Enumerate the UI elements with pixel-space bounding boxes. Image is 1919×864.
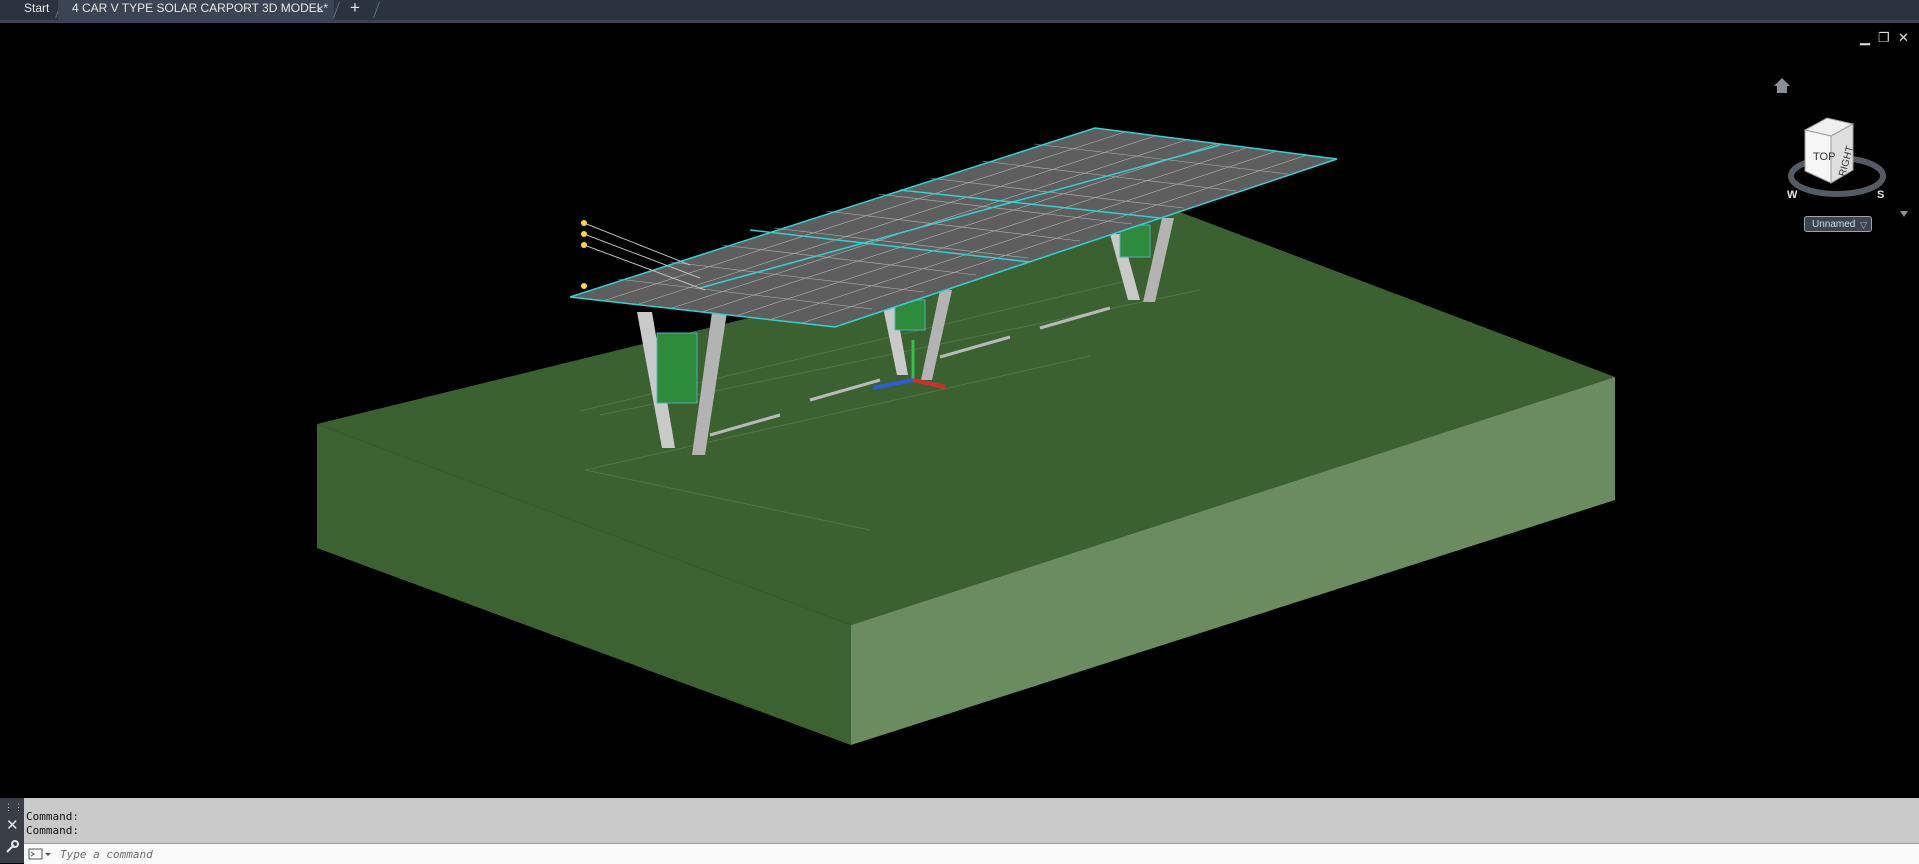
command-history-line: Command:	[26, 810, 79, 823]
command-history-line: Command:	[26, 824, 79, 837]
file-tab-bar: Start 4 CAR V TYPE SOLAR CARPORT 3D MODE…	[0, 0, 1919, 20]
customize-wrench-icon[interactable]	[5, 840, 19, 854]
tab-active-drawing[interactable]: 4 CAR V TYPE SOLAR CARPORT 3D MODEL*	[58, 0, 334, 20]
model-scene	[317, 127, 1615, 745]
tab-separator	[373, 2, 380, 18]
drawing-viewport[interactable]: ▁ ❐ ✕ TOP RIGHT W S Unnamed ▽	[0, 23, 1919, 798]
named-view-label: Unnamed	[1812, 219, 1856, 230]
named-view-dropdown[interactable]: Unnamed ▽	[1804, 216, 1872, 232]
compass-s-label[interactable]: S	[1877, 189, 1884, 201]
chevron-down-icon: ▽	[1860, 220, 1867, 230]
close-command-line-icon[interactable]: ✕	[6, 816, 19, 834]
new-tab-button[interactable]: +	[350, 0, 360, 20]
tab-start[interactable]: Start	[0, 0, 58, 20]
column-bracing-left	[656, 332, 698, 404]
command-input-bar	[24, 843, 1919, 864]
compass-w-label[interactable]: W	[1787, 189, 1798, 201]
viewcube-menu-icon[interactable]	[1900, 211, 1908, 217]
close-tab-icon[interactable]: ×	[316, 0, 324, 20]
command-history: Command: Command:	[26, 810, 79, 838]
command-line-window: ⋮⋮⋮ ✕ Command: Command:	[0, 798, 1919, 864]
tab-separator	[333, 2, 340, 18]
home-icon[interactable]	[1774, 78, 1790, 93]
viewcube[interactable]: TOP RIGHT W S	[1770, 43, 1910, 223]
command-line-handle[interactable]: ⋮⋮⋮ ✕	[0, 798, 33, 863]
viewcube-top-label[interactable]: TOP	[1813, 151, 1835, 163]
command-input[interactable]	[60, 846, 660, 862]
viewcube-graphic: TOP RIGHT W S	[1774, 78, 1908, 217]
command-prompt-icon[interactable]	[28, 847, 52, 861]
